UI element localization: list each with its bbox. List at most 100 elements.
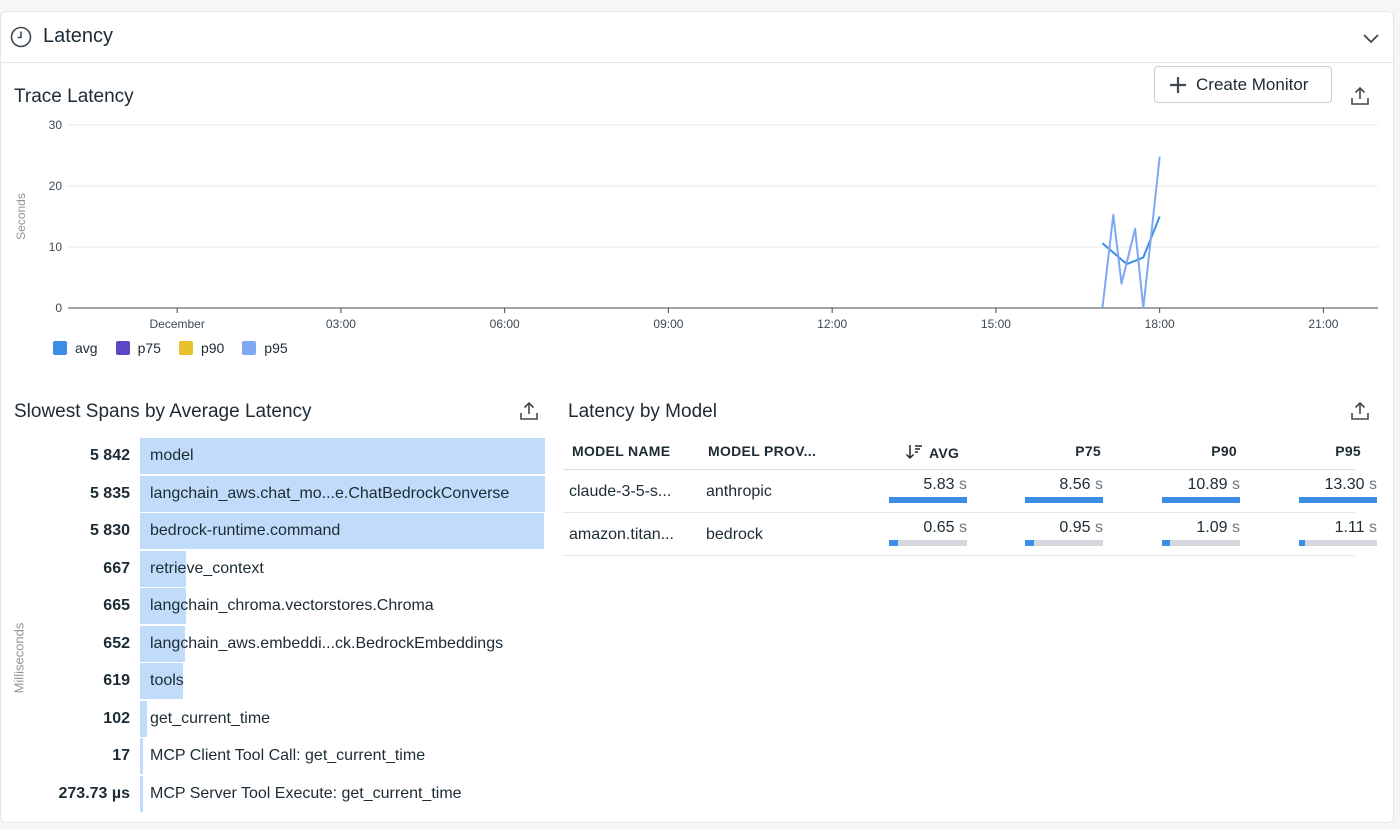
x-tick-label: 18:00 (1145, 317, 1175, 331)
metric-bar-track (1299, 497, 1377, 503)
metric-value: 10.89 (1187, 476, 1228, 493)
span-row[interactable]: 273.73 µs MCP Server Tool Execute: get_cu… (0, 775, 560, 812)
legend-item-avg[interactable]: avg (53, 340, 98, 356)
span-bar (140, 700, 148, 737)
legend-swatch (53, 341, 67, 355)
metric-bar-fill (1162, 540, 1170, 546)
series-line-p95 (1101, 156, 1161, 309)
legend-swatch (242, 341, 257, 355)
metric-cell-p90: 1.09 s (1162, 519, 1240, 546)
span-row[interactable]: 667 retrieve_context (0, 550, 560, 587)
metric-bar-fill (889, 497, 967, 503)
plus-icon (1170, 76, 1186, 93)
span-name: tools (150, 672, 184, 689)
create-monitor-label: Create Monitor (1196, 74, 1309, 94)
span-name: bedrock-runtime.command (150, 522, 341, 539)
metric-bar-fill (1025, 497, 1103, 503)
y-tick-label: 10 (49, 240, 63, 254)
span-row[interactable]: 652 langchain_aws.embeddi...ck.BedrockEmb… (0, 625, 560, 662)
metric-unit: s (1364, 519, 1377, 536)
metric-value: 0.95 (1059, 519, 1091, 536)
chart-legend: avg p75 p90 p95 (53, 340, 288, 356)
span-value: 667 (103, 559, 130, 577)
x-tick-label: 03:00 (326, 317, 356, 331)
metric-unit: s (954, 519, 967, 536)
metric-unit: s (1227, 476, 1240, 493)
metric-cell-p90: 10.89 s (1162, 476, 1240, 503)
legend-item-p90[interactable]: p90 (178, 340, 224, 356)
span-row[interactable]: 665 langchain_chroma.vectorstores.Chroma (0, 588, 560, 624)
x-tick-label: 21:00 (1308, 317, 1338, 331)
metric-value: 0.65 (923, 519, 955, 536)
panel-header[interactable]: Latency (1, 12, 1393, 63)
x-tick-label: December (149, 317, 204, 331)
span-bar (140, 738, 143, 774)
slowest-spans-title: Slowest Spans by Average Latency (14, 401, 312, 422)
col-model-provider[interactable]: MODEL PROV... (708, 443, 816, 459)
span-name: langchain_aws.chat_mo...e.ChatBedrockCon… (150, 484, 510, 502)
metric-unit: s (1364, 476, 1377, 493)
span-name: MCP Server Tool Execute: get_current_tim… (150, 784, 462, 802)
metric-bar-fill (1299, 540, 1306, 546)
metric-bar-track (1025, 497, 1103, 503)
legend-swatch (115, 341, 130, 355)
legend-item-p75[interactable]: p75 (115, 340, 161, 356)
metric-bar-track (889, 540, 967, 546)
span-row[interactable]: 17 MCP Client Tool Call: get_current_time (0, 738, 560, 774)
y-tick-label: 20 (49, 179, 63, 193)
model-provider-cell: bedrock (706, 526, 763, 543)
span-row[interactable]: 102 get_current_time (0, 700, 560, 737)
metric-bar-track (1162, 540, 1240, 546)
table-row[interactable]: amazon.titan... bedrock 0.65 s 0.95 s 1.09 s… (563, 513, 1377, 556)
y-axis-label: Seconds (14, 193, 28, 240)
col-avg[interactable]: AVG (905, 443, 959, 461)
trace-latency-chart[interactable]: 0 10 20 30 December 03:00 06:00 09:00 12:00 15:00… (0, 100, 1400, 340)
x-tick-label: 09:00 (653, 317, 683, 331)
span-name: model (150, 447, 194, 464)
metric-cell-avg: 5.83 s (889, 476, 967, 503)
x-tick-label: 12:00 (817, 317, 847, 331)
span-name: retrieve_context (150, 559, 264, 577)
metric-bar-fill (1162, 497, 1240, 503)
metric-cell-p75: 0.95 s (1025, 519, 1103, 546)
export-icon[interactable] (1350, 401, 1370, 421)
metric-value: 1.11 (1334, 519, 1365, 536)
metric-cell-p75: 8.56 s (1025, 476, 1103, 503)
x-tick-label: 06:00 (490, 317, 520, 331)
metric-bar-track (1025, 540, 1103, 546)
span-name: MCP Client Tool Call: get_current_time (150, 747, 426, 764)
metric-cell-avg: 0.65 s (889, 519, 967, 546)
chevron-down-icon[interactable] (1361, 28, 1381, 48)
span-row[interactable]: 5 830 bedrock-runtime.command (0, 513, 560, 549)
metric-bar-track (1299, 540, 1377, 546)
span-value: 5 842 (89, 447, 130, 464)
metric-value: 8.56 (1059, 476, 1091, 493)
col-p75[interactable]: P75 (1041, 443, 1101, 459)
metric-value: 5.83 (923, 476, 955, 493)
metric-unit: s (1090, 476, 1103, 493)
create-monitor-button[interactable]: Create Monitor (1154, 66, 1332, 103)
span-row[interactable]: 619 tools (0, 663, 560, 699)
legend-item-p95[interactable]: p95 (242, 340, 288, 356)
export-icon[interactable] (519, 401, 539, 421)
span-row[interactable]: 5 835 langchain_aws.chat_mo...e.ChatBedro… (0, 475, 560, 512)
col-p90[interactable]: P90 (1177, 443, 1237, 459)
y-tick-label: 0 (55, 301, 62, 315)
span-value: 102 (103, 709, 130, 727)
table-row[interactable]: claude-3-5-s... anthropic 5.83 s 8.56 s 10.8… (563, 470, 1377, 513)
metric-bar-fill (889, 540, 898, 546)
span-bar (140, 438, 545, 474)
span-row[interactable]: 5 842 model (0, 438, 560, 474)
metric-cell-p95: 13.30 s (1299, 476, 1377, 503)
model-provider-cell: anthropic (706, 483, 772, 500)
col-avg-label: AVG (929, 445, 960, 461)
metric-unit: s (1227, 519, 1240, 536)
col-model-name[interactable]: MODEL NAME (572, 443, 670, 459)
metric-cell-p95: 1.11 s (1299, 519, 1377, 546)
metric-value: 1.09 (1196, 519, 1228, 536)
legend-label: avg (75, 340, 98, 356)
span-name: get_current_time (150, 709, 271, 727)
span-name: langchain_chroma.vectorstores.Chroma (150, 597, 434, 614)
legend-label: p95 (264, 340, 288, 356)
col-p95[interactable]: P95 (1301, 443, 1361, 459)
